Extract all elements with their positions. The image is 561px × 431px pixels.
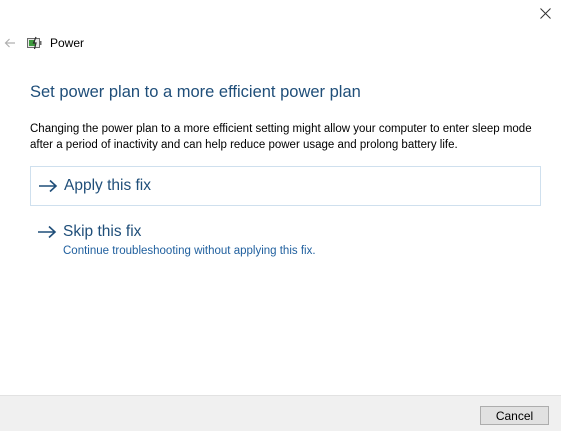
arrow-right-icon — [38, 225, 57, 239]
close-icon — [540, 7, 551, 19]
back-arrow-icon — [4, 38, 15, 48]
skip-fix-label: Skip this fix — [63, 223, 142, 240]
apply-fix-label: Apply this fix — [64, 177, 152, 194]
back-button[interactable] — [0, 33, 20, 53]
window-title-bar: Power — [27, 35, 84, 51]
close-button[interactable] — [530, 0, 561, 26]
arrow-right-icon — [39, 179, 58, 193]
window-title: Power — [50, 36, 85, 50]
skip-fix-option[interactable]: Skip this fix Continue troubleshooting w… — [30, 220, 541, 257]
page-heading: Set power plan to a more efficient power… — [30, 83, 361, 101]
skip-fix-description: Continue troubleshooting without applyin… — [63, 245, 316, 257]
power-battery-icon — [27, 36, 42, 50]
dialog-footer: Cancel — [0, 395, 561, 431]
page-description: Changing the power plan to a more effici… — [30, 123, 532, 151]
cancel-button[interactable]: Cancel — [480, 406, 549, 425]
apply-fix-option[interactable]: Apply this fix — [30, 166, 541, 206]
